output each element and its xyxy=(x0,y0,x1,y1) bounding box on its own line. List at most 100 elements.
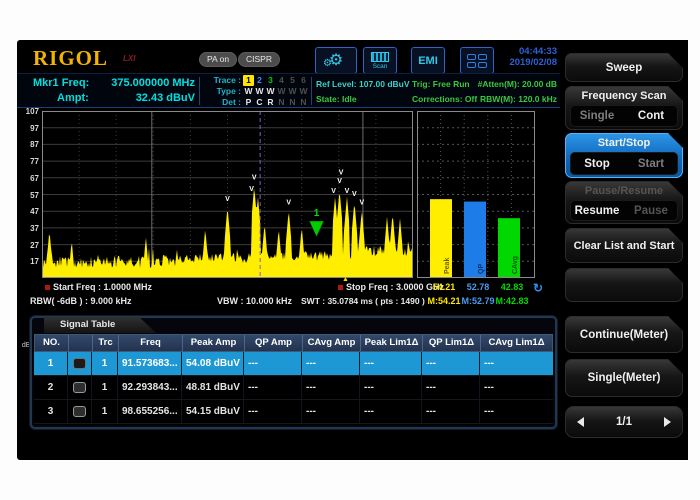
start-stop-title: Start/Stop xyxy=(565,135,683,151)
svg-text:V: V xyxy=(337,178,342,185)
sweep-annotations: ▲ Start Freq : 1.0000 MHz Stop Freq : 3.… xyxy=(17,280,560,314)
row-freq: 91.573683... xyxy=(118,352,182,375)
row-freq: 98.655256... xyxy=(118,400,182,423)
row-check[interactable] xyxy=(68,352,92,375)
signal-table-tab[interactable]: Signal Table xyxy=(44,317,156,333)
col-check xyxy=(69,335,93,351)
col-cavg-amp: CAvg Amp xyxy=(303,335,361,351)
cavg-meter-max: M:42.83 xyxy=(495,296,529,306)
checkbox-checked[interactable] xyxy=(73,358,86,369)
table-row[interactable]: 1 1 91.573683... 54.08 dBuV --- --- --- … xyxy=(34,352,553,376)
start-stop-softkey[interactable]: Start/Stop Stop Start xyxy=(565,133,683,178)
date-display: 2019/02/08 xyxy=(500,57,557,68)
scan-icon-label: Scan xyxy=(373,63,388,70)
start-option[interactable]: Start xyxy=(624,158,678,170)
marker-freq-label: Mkr1 Freq: xyxy=(33,76,89,91)
resume-option[interactable]: Resume xyxy=(570,205,624,217)
stop-option[interactable]: Stop xyxy=(570,158,624,170)
y-tick-label: 87 xyxy=(30,140,39,149)
trace-2[interactable]: 2 xyxy=(254,75,265,86)
col-freq: Freq xyxy=(119,335,183,351)
state: State: Idle xyxy=(316,92,410,107)
pause-option[interactable]: Pause xyxy=(624,205,678,217)
continuous-meter-icon[interactable]: ↻ xyxy=(533,281,543,295)
clear-list-and-start-softkey[interactable]: Clear List and Start xyxy=(565,228,683,263)
pause-resume-title: Pause/Resume xyxy=(565,183,683,199)
row-cavg: --- xyxy=(302,376,360,399)
row-check[interactable] xyxy=(68,376,92,399)
analyzer-screen: RIGOL LXI PA on CISPR ⚙ ⚙ Scan EMI 04:44… xyxy=(17,40,688,460)
svg-text:Peak: Peak xyxy=(444,258,451,274)
row-peak: 54.08 dBuV xyxy=(182,352,244,375)
row-qp: --- xyxy=(244,400,302,423)
det-label: Det : xyxy=(205,97,241,108)
col-no: NO. xyxy=(35,335,69,351)
checkbox-unchecked[interactable] xyxy=(73,382,86,393)
col-trc: Trc xyxy=(93,335,119,351)
row-check[interactable] xyxy=(68,400,92,423)
main-display: RIGOL LXI PA on CISPR ⚙ ⚙ Scan EMI 04:44… xyxy=(17,40,560,460)
settings-button[interactable]: ⚙ ⚙ xyxy=(315,47,357,74)
frequency-scan-softkey[interactable]: Frequency Scan Single Cont xyxy=(565,86,683,130)
scan-mode-button[interactable]: Scan xyxy=(363,47,397,74)
qp-meter-value: 52.78 xyxy=(461,282,495,292)
pause-resume-softkey[interactable]: Pause/Resume Resume Pause xyxy=(565,181,683,224)
freq-scan-cont-option[interactable]: Cont xyxy=(624,110,678,122)
det-2: C xyxy=(254,97,265,108)
signal-table-panel: Signal Table NO. Trc Freq Peak Amp QP Am… xyxy=(30,316,557,429)
row-qp-lim: --- xyxy=(422,376,480,399)
next-page-icon[interactable] xyxy=(664,417,671,427)
vbw-readout: VBW : 10.000 kHz xyxy=(217,296,292,306)
row-peak: 54.15 dBuV xyxy=(182,400,244,423)
separator xyxy=(199,77,200,105)
det-1: P xyxy=(243,97,254,108)
empty-softkey[interactable] xyxy=(565,268,683,302)
continue-meter-softkey[interactable]: Continue(Meter) xyxy=(565,316,683,353)
corrections: Corrections: Off xyxy=(412,92,477,107)
y-tick-label: 67 xyxy=(30,174,39,183)
peak-meter-value: 54.21 xyxy=(427,282,461,292)
det-4: N xyxy=(276,97,287,108)
trace-5[interactable]: 5 xyxy=(287,75,298,86)
sweep-softkey[interactable]: Sweep xyxy=(565,53,683,82)
single-meter-softkey[interactable]: Single(Meter) xyxy=(565,359,683,397)
row-no: 3 xyxy=(34,400,68,423)
type-1: W xyxy=(243,86,254,97)
row-trc: 1 xyxy=(92,376,118,399)
trace-6[interactable]: 6 xyxy=(298,75,309,86)
gear-small-icon: ⚙ xyxy=(323,59,332,69)
cispr-button[interactable]: CISPR xyxy=(238,52,280,67)
svg-text:V: V xyxy=(225,196,230,203)
trace-3[interactable]: 3 xyxy=(265,75,276,86)
row-peak-lim: --- xyxy=(360,376,422,399)
row-qp-lim: --- xyxy=(422,400,480,423)
prev-page-icon[interactable] xyxy=(577,417,584,427)
type-3: W xyxy=(265,86,276,97)
window-layout-button[interactable] xyxy=(460,47,494,74)
trace-4[interactable]: 4 xyxy=(276,75,287,86)
svg-text:V: V xyxy=(339,169,344,176)
ref-state-column: Ref Level: 107.00 dBuV State: Idle xyxy=(316,77,410,107)
red-bullet-icon xyxy=(338,285,343,290)
trace-label: Trace : xyxy=(205,75,241,86)
emi-mode-button[interactable]: EMI xyxy=(411,47,445,74)
svg-text:V: V xyxy=(252,174,257,181)
marker-freq-value: 375.000000 MHz xyxy=(111,76,195,91)
pa-on-button[interactable]: PA on xyxy=(199,52,237,67)
y-tick-label: 57 xyxy=(30,191,39,200)
start-freq: Start Freq : 1.0000 MHz xyxy=(45,282,53,292)
y-tick-label: 17 xyxy=(30,257,39,266)
svg-text:1: 1 xyxy=(314,208,320,219)
atten: #Atten(M): 20.00 dB xyxy=(478,77,557,92)
col-qp-amp: QP Amp xyxy=(245,335,303,351)
table-row[interactable]: 2 1 92.293843... 48.81 dBuV --- --- --- … xyxy=(34,376,553,400)
trigger: Trig: Free Run xyxy=(412,77,477,92)
time-display: 04:44:33 xyxy=(500,46,557,57)
checkbox-unchecked[interactable] xyxy=(73,406,86,417)
marker-ampt-label: Ampt: xyxy=(33,91,89,106)
trace-1[interactable]: 1 xyxy=(243,75,254,86)
table-row[interactable]: 3 1 98.655256... 54.15 dBuV --- --- --- … xyxy=(34,400,553,424)
svg-text:V: V xyxy=(352,191,357,198)
freq-scan-single-option[interactable]: Single xyxy=(570,110,624,122)
clock: 04:44:33 2019/02/08 xyxy=(500,46,557,68)
